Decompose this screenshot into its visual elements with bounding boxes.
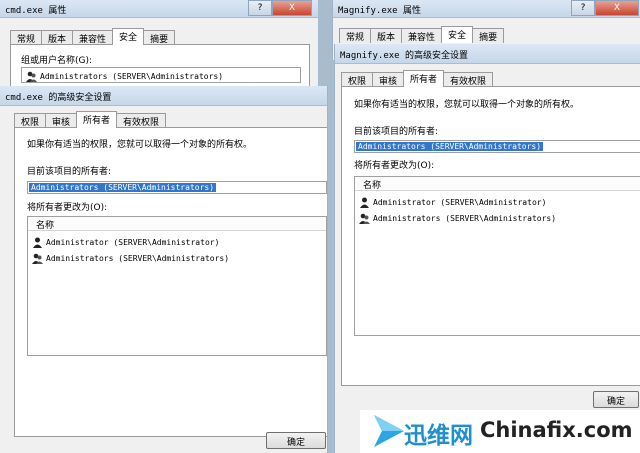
cmd-advanced-security-dialog: cmd.exe 的高级安全设置 权限 审核 所有者 有效权限 如果你有适当的权限…: [0, 86, 328, 453]
list-item[interactable]: Administrators (SERVER\Administrators): [32, 251, 229, 265]
change-owner-label: 将所有者更改为(O):: [354, 161, 435, 171]
tab-version[interactable]: 版本: [41, 30, 74, 45]
current-owner-label: 目前该项目的所有者:: [27, 167, 112, 177]
tab-auditing[interactable]: 审核: [45, 113, 78, 128]
list-item[interactable]: Administrators (SERVER\Administrators): [26, 69, 223, 83]
current-owner-value: Administrators (SERVER\Administrators): [356, 142, 544, 151]
magnify-properties-title: Magnify.exe 属性: [338, 6, 422, 16]
current-owner-value: Administrators (SERVER\Administrators): [29, 183, 217, 192]
cmd-properties-help-button[interactable]: ?: [248, 0, 272, 16]
magnify-ok-button[interactable]: 确定: [593, 391, 639, 408]
tab-effective-permissions[interactable]: 有效权限: [116, 113, 167, 128]
tab-auditing[interactable]: 审核: [372, 72, 405, 87]
cmd-advanced-tabs: 权限 审核 所有者 有效权限: [14, 111, 167, 128]
cmd-advanced-title: cmd.exe 的高级安全设置: [5, 93, 112, 103]
magnify-advanced-tabs: 权限 审核 所有者 有效权限: [341, 70, 494, 87]
cmd-owner-panel: 如果你有适当的权限，您就可以取得一个对象的所有权。 目前该项目的所有者: Adm…: [14, 127, 327, 437]
group-item-label: Administrators (SERVER\Administrators): [40, 71, 224, 81]
magnify-properties-help-button[interactable]: ?: [571, 0, 595, 16]
column-header-name[interactable]: 名称: [28, 217, 326, 231]
ownership-instruction: 如果你有适当的权限，您就可以取得一个对象的所有权。: [27, 140, 253, 150]
tab-owner[interactable]: 所有者: [403, 70, 445, 87]
tab-permissions[interactable]: 权限: [14, 113, 47, 128]
current-owner-field[interactable]: Administrators (SERVER\Administrators): [27, 181, 327, 194]
magnify-owner-panel: 如果你有适当的权限，您就可以取得一个对象的所有权。 目前该项目的所有者: Adm…: [341, 86, 640, 386]
user-group-icon: [359, 213, 370, 224]
user-group-icon: [26, 71, 37, 82]
chinafix-logo-icon: [374, 415, 404, 447]
tab-version[interactable]: 版本: [370, 28, 403, 43]
cmd-properties-tabs: 常规 版本 兼容性 安全 摘要: [10, 28, 176, 45]
owner-option-label: Administrators (SERVER\Administrators): [46, 253, 230, 263]
owner-option-label: Administrators (SERVER\Administrators): [373, 213, 557, 223]
column-header-label: 名称: [363, 181, 382, 191]
owner-option-label: Administrator (SERVER\Administrator): [46, 237, 220, 247]
owner-option-label: Administrator (SERVER\Administrator): [373, 197, 547, 207]
watermark-brand-en: Chinafix.com: [480, 418, 633, 442]
cmd-properties-close-button[interactable]: X: [272, 0, 312, 16]
cmd-advanced-titlebar: cmd.exe 的高级安全设置: [0, 86, 327, 106]
current-owner-label: 目前该项目的所有者:: [354, 127, 439, 137]
list-item[interactable]: Administrator (SERVER\Administrator): [32, 235, 219, 249]
ownership-instruction: 如果你有适当的权限，您就可以取得一个对象的所有权。: [354, 100, 580, 110]
cmd-properties-dialog: cmd.exe 属性 ? X 常规 版本 兼容性 安全 摘要 组或用户名称(G)…: [0, 0, 318, 100]
column-header-name[interactable]: 名称: [355, 177, 640, 191]
tab-security[interactable]: 安全: [112, 28, 145, 45]
tab-effective-permissions[interactable]: 有效权限: [443, 72, 494, 87]
magnify-advanced-title: Magnify.exe 的高级安全设置: [340, 51, 469, 61]
user-group-icon: [32, 253, 43, 264]
current-owner-field[interactable]: Administrators (SERVER\Administrators): [354, 140, 640, 153]
tab-compatibility[interactable]: 兼容性: [401, 28, 443, 43]
group-users-list[interactable]: Administrators (SERVER\Administrators): [21, 67, 301, 83]
user-icon: [32, 237, 43, 248]
tab-summary[interactable]: 摘要: [472, 28, 505, 43]
column-header-label: 名称: [36, 221, 55, 231]
tab-compatibility[interactable]: 兼容性: [72, 30, 114, 45]
change-owner-list[interactable]: 名称 Administrator (SERVER\Administrator) …: [354, 176, 640, 336]
watermark-banner: 迅维网 Chinafix.com: [360, 410, 640, 453]
cmd-ok-button[interactable]: 确定: [266, 432, 326, 449]
group-users-label: 组或用户名称(G):: [21, 56, 93, 66]
watermark-brand-cn: 迅维网: [404, 423, 473, 449]
magnify-properties-close-button[interactable]: X: [595, 0, 639, 16]
list-item[interactable]: Administrator (SERVER\Administrator): [359, 195, 546, 209]
change-owner-label: 将所有者更改为(O):: [27, 203, 108, 213]
tab-permissions[interactable]: 权限: [341, 72, 374, 87]
cmd-properties-title: cmd.exe 属性: [5, 6, 67, 16]
list-item[interactable]: Administrators (SERVER\Administrators): [359, 211, 556, 225]
tab-owner[interactable]: 所有者: [76, 111, 118, 128]
tab-summary[interactable]: 摘要: [143, 30, 176, 45]
magnify-advanced-security-dialog: Magnify.exe 的高级安全设置 权限 审核 所有者 有效权限 如果你有适…: [334, 44, 640, 453]
tab-security[interactable]: 安全: [441, 26, 474, 43]
magnify-properties-tabs: 常规 版本 兼容性 安全 摘要: [339, 26, 505, 43]
tab-general[interactable]: 常规: [339, 28, 372, 43]
user-icon: [359, 197, 370, 208]
tab-general[interactable]: 常规: [10, 30, 43, 45]
change-owner-list[interactable]: 名称 Administrator (SERVER\Administrator) …: [27, 216, 327, 356]
magnify-advanced-titlebar: Magnify.exe 的高级安全设置: [335, 44, 640, 64]
